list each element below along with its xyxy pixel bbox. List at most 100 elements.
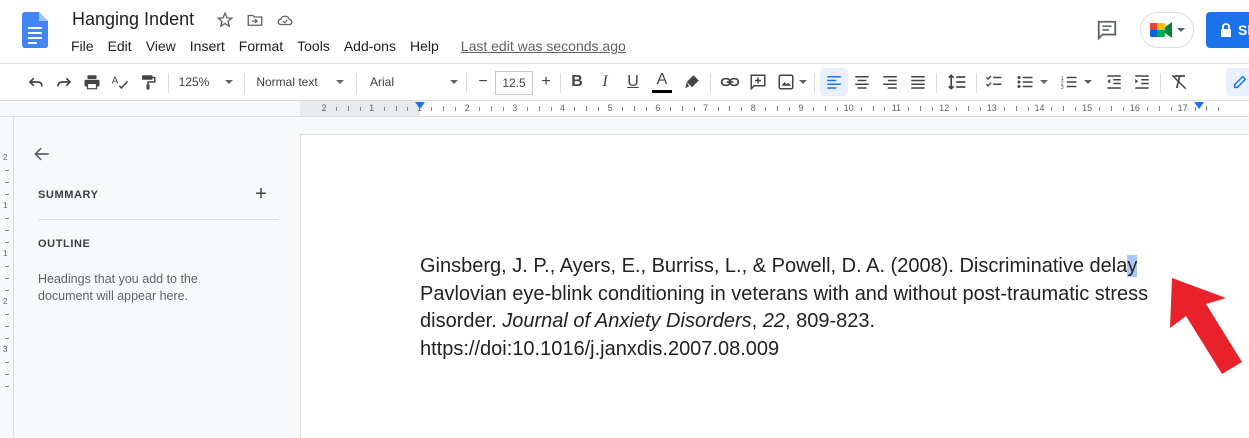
underline-button[interactable]: U [622,64,644,100]
undo-button[interactable] [24,64,48,100]
vruler-tick [5,362,9,363]
docs-header: Hanging Indent File Edit View Insert For… [0,0,1249,64]
ruler-number: 4 [559,103,566,113]
bold-button[interactable]: B [566,64,588,100]
formatting-toolbar: A 125% Normal text Arial − 12.5 + B I U … [0,63,1249,101]
italic-button[interactable]: I [594,64,616,100]
toolbar-separator [356,73,357,93]
print-button[interactable] [80,64,104,100]
ruler-tick [574,107,576,111]
ruler-number: 7 [703,103,709,113]
paragraph-style-select[interactable]: Normal text [252,64,348,100]
outline-heading: OUTLINE [38,238,91,250]
menu-help[interactable]: Help [403,36,446,56]
line-spacing-icon [948,74,966,90]
ruler-tick [1122,107,1124,111]
horizontal-ruler[interactable]: 2 1 1 2 3 4 5 6 7 8 9 10 11 12 13 14 15 16 17 [0,101,1249,117]
justify-icon [911,76,925,89]
menu-file[interactable]: File [64,36,101,56]
line-spacing-button[interactable] [944,64,970,100]
google-docs-logo-icon[interactable] [22,12,48,48]
ruler-tick [669,107,671,111]
comment-history-button[interactable] [1094,17,1120,43]
insert-image-button[interactable] [774,64,810,100]
document-body[interactable]: Ginsberg, J. P., Ayers, E., Burriss, L.,… [420,253,1249,363]
document-title[interactable]: Hanging Indent [72,9,194,30]
share-button[interactable]: Sh [1206,12,1249,48]
close-outline-arrow-icon[interactable] [32,144,52,164]
bulleted-list-button[interactable] [1012,64,1052,100]
decrease-indent-button[interactable] [1102,64,1126,100]
move-to-folder-icon[interactable] [244,10,266,30]
align-center-icon [855,76,869,89]
bullet-caret-icon [1040,80,1048,84]
ruler-tick [872,106,874,111]
ruler-tick [634,106,636,111]
ruler-number: 2 [321,103,327,113]
increase-font-size-button[interactable]: + [535,64,557,100]
ruler-tick [729,106,731,111]
redo-button[interactable] [52,64,76,100]
selected-text[interactable]: y [1127,255,1138,277]
add-summary-button[interactable]: + [252,183,270,205]
ruler-tick [693,107,695,111]
menu-insert[interactable]: Insert [183,36,232,56]
right-indent-marker[interactable] [1194,102,1204,109]
ruler-number: 17 [1177,103,1188,113]
insert-link-button[interactable] [718,64,742,100]
increase-indent-button[interactable] [1130,64,1154,100]
ruler-number: 8 [750,103,756,113]
left-indent-marker[interactable] [415,102,425,109]
zoom-caret-icon [225,80,234,84]
meet-button[interactable] [1140,12,1194,48]
ruler-tick [824,106,826,111]
ruler-tick [1027,107,1029,111]
vertical-ruler[interactable]: 2 1 1 2 3 [0,117,14,438]
checklist-button[interactable] [982,64,1006,100]
ruler-number: 15 [1082,103,1093,113]
numbered-list-button[interactable]: 123 [1056,64,1096,100]
ruler-tick [347,106,349,111]
zoom-select[interactable]: 125% [176,64,236,100]
menu-edit[interactable]: Edit [101,36,139,56]
paint-format-button[interactable] [136,64,160,100]
font-size-input[interactable]: 12.5 [495,71,533,95]
menu-add-ons[interactable]: Add-ons [337,36,403,56]
menu-view[interactable]: View [139,36,183,56]
sidebar-divider [38,219,278,220]
editing-mode-button[interactable] [1226,68,1249,96]
ruler-tick [789,107,791,111]
decrease-font-size-button[interactable]: − [472,64,494,100]
vruler-tick [5,242,9,243]
ruler-tick [395,106,397,111]
vruler-tick [5,194,9,195]
ruler-tick [932,107,934,111]
clear-formatting-button[interactable] [1166,64,1192,100]
menu-format[interactable]: Format [232,36,290,56]
align-right-icon [883,76,897,89]
meet-caret-icon [1177,28,1185,32]
pencil-icon [1233,75,1247,89]
highlight-color-button[interactable] [680,64,704,100]
font-family-select[interactable]: Arial [364,64,462,100]
justify-button[interactable] [906,64,930,100]
text-color-button[interactable]: A [650,64,674,100]
cloud-saved-icon[interactable] [274,10,296,30]
ruler-tick [884,107,886,111]
numbered-list-icon: 123 [1061,76,1077,91]
align-center-button[interactable] [850,64,874,100]
align-left-button[interactable] [820,68,848,96]
redo-icon [57,77,72,87]
last-edit-link[interactable]: Last edit was seconds ago [454,36,633,56]
align-right-button[interactable] [878,64,902,100]
ruler-tick [1075,107,1077,111]
star-icon[interactable] [214,10,236,30]
ruler-tick [359,107,361,111]
ruler-tick [777,106,779,111]
spellcheck-button[interactable]: A [108,64,132,100]
menu-tools[interactable]: Tools [290,36,337,56]
red-annotation-arrow-icon [1170,278,1242,374]
comment-icon [1097,20,1117,41]
print-icon [84,75,100,90]
insert-comment-button[interactable] [746,64,770,100]
